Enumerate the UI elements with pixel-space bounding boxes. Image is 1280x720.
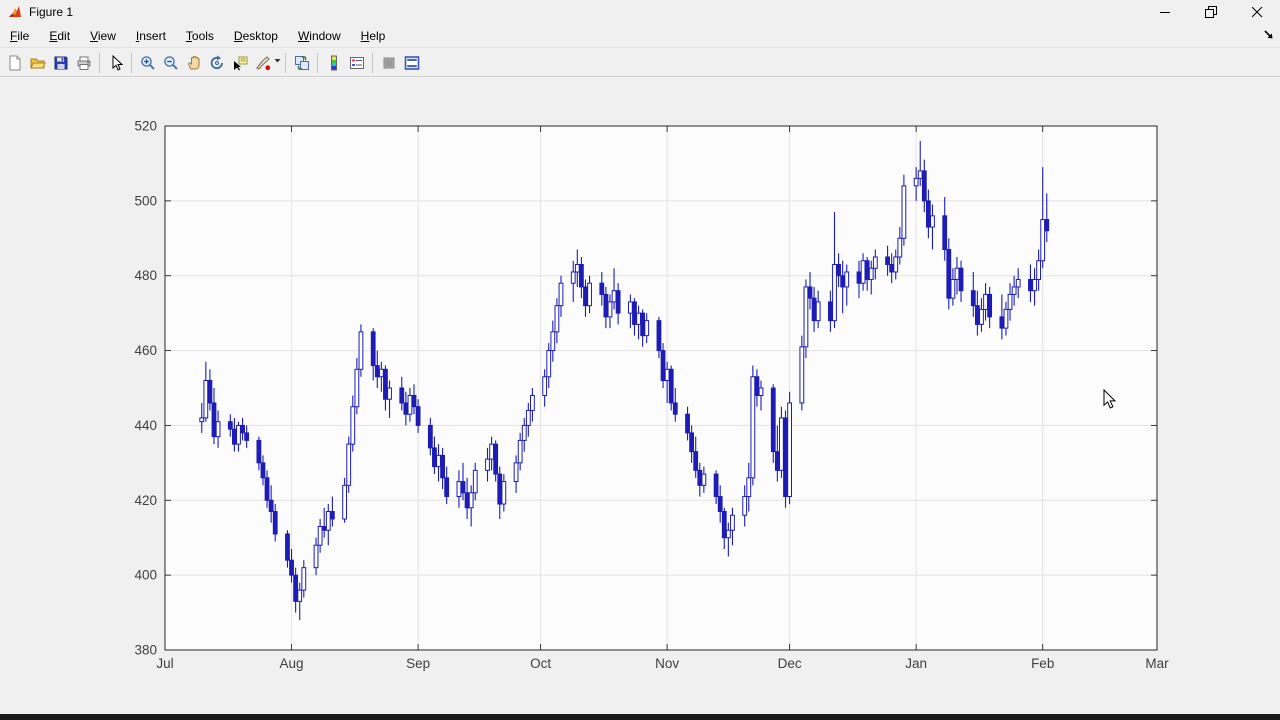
link-plots-button[interactable] [290, 51, 313, 74]
toolbar-separator [285, 52, 286, 73]
toolbar-separator [131, 52, 132, 73]
new-figure-button[interactable] [3, 51, 26, 74]
colorbar-icon [330, 55, 337, 70]
dock-figure-arrow-icon[interactable] [1262, 28, 1276, 42]
hide-plot-tools-icon [383, 57, 394, 68]
link-plots-icon [294, 55, 309, 70]
x-tick-label: Jul [156, 656, 173, 671]
candlestick-chart: 380 400 420 440 460 480 500 520 Jul Aug Sep Oct Nov D… [134, 119, 1169, 672]
show-plot-tools-icon [404, 55, 419, 70]
save-icon [54, 56, 67, 69]
legend-button[interactable] [345, 51, 368, 74]
zoom-in-icon [140, 55, 155, 70]
brush-icon [255, 55, 270, 70]
toolbar-separator [317, 52, 318, 73]
brush-button[interactable] [251, 51, 274, 74]
x-tick-label: Sep [406, 656, 430, 671]
toolbar-separator [99, 52, 100, 73]
menu-bar: File Edit View Insert Tools Desktop Window Help [0, 24, 1280, 48]
zoom-out-button[interactable] [159, 51, 182, 74]
menu-item-edit[interactable]: Edit [39, 25, 80, 47]
minimize-button[interactable] [1142, 0, 1188, 24]
edit-plot-icon [112, 54, 123, 71]
new-figure-icon [9, 55, 20, 70]
open-folder-icon [29, 58, 46, 68]
plot-area [165, 126, 1157, 650]
mouse-cursor-arrow [1103, 389, 1117, 409]
menu-item-file[interactable]: File [0, 25, 39, 47]
print-icon [77, 56, 90, 70]
y-tick-label: 420 [134, 493, 157, 508]
y-tick-label: 500 [134, 193, 157, 208]
window-title: Figure 1 [29, 5, 74, 19]
menu-item-desktop[interactable]: Desktop [224, 25, 288, 47]
save-button[interactable] [49, 51, 72, 74]
y-tick-label: 480 [134, 268, 157, 283]
x-tick-label: Dec [778, 656, 802, 671]
x-tick-label: Mar [1145, 656, 1169, 671]
print-button[interactable] [72, 51, 95, 74]
y-tick-label: 440 [134, 418, 157, 433]
matlab-icon [9, 6, 21, 17]
y-tick-label: 460 [134, 343, 157, 358]
open-folder-button[interactable] [26, 51, 49, 74]
pan-button[interactable] [182, 51, 205, 74]
data-cursor-icon [233, 56, 247, 70]
legend-icon [349, 56, 364, 69]
zoom-out-icon [163, 55, 178, 70]
menu-item-insert[interactable]: Insert [126, 25, 176, 47]
menu-item-view[interactable]: View [80, 25, 126, 47]
x-tick-label: Aug [280, 656, 304, 671]
bottom-black-bar [0, 714, 1280, 720]
edit-plot-button[interactable] [104, 51, 127, 74]
data-cursor-button[interactable] [228, 51, 251, 74]
x-tick-label: Oct [530, 656, 551, 671]
menu-item-help[interactable]: Help [351, 25, 396, 47]
x-tick-label: Jan [905, 656, 927, 671]
menu-item-tools[interactable]: Tools [176, 25, 224, 47]
y-tick-label: 520 [134, 119, 157, 134]
x-tick-label: Nov [655, 656, 679, 671]
brush-dropdown-caret[interactable] [274, 52, 281, 73]
rotate-3d-button[interactable] [205, 51, 228, 74]
close-button[interactable] [1234, 0, 1280, 24]
y-tick-label: 400 [134, 568, 157, 583]
rotate-3d-icon [210, 55, 223, 69]
restore-button[interactable] [1188, 0, 1234, 24]
show-plot-tools-button[interactable] [400, 51, 423, 74]
toolbar-separator [372, 52, 373, 73]
hide-plot-tools-button[interactable] [377, 51, 400, 74]
x-tick-label: Feb [1031, 656, 1054, 671]
window-titlebar: Figure 1 [0, 0, 1280, 24]
y-tick-label: 380 [134, 643, 157, 658]
colorbar-button[interactable] [322, 51, 345, 74]
figure-toolbar [0, 49, 1280, 77]
pan-icon [187, 55, 199, 69]
zoom-in-button[interactable] [136, 51, 159, 74]
menu-item-window[interactable]: Window [288, 25, 351, 47]
